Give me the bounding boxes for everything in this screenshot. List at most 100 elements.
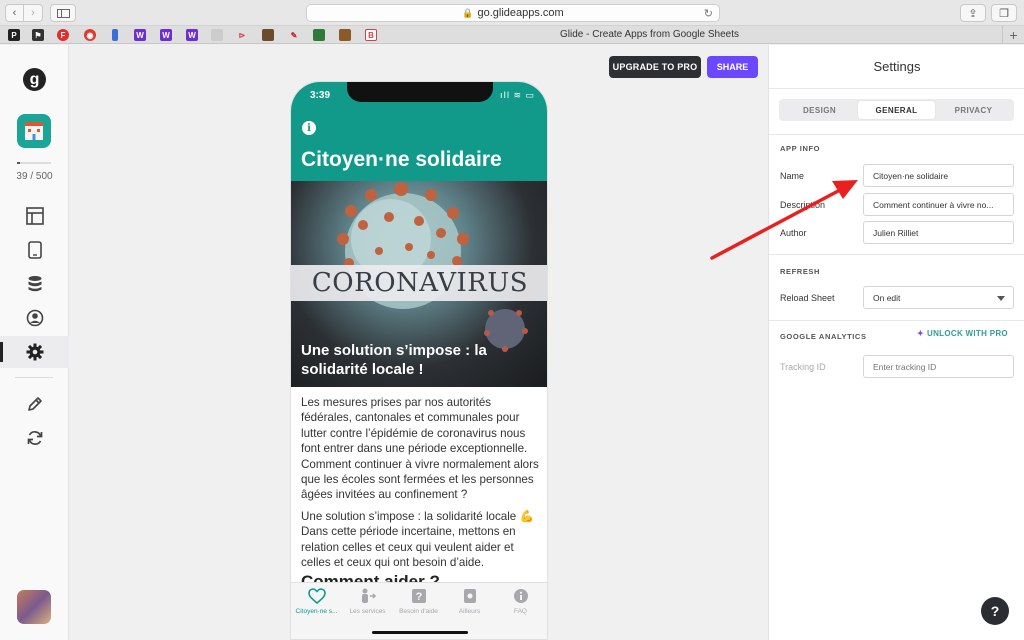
- gear-icon: [26, 343, 43, 361]
- usage-bar-fill: [17, 162, 20, 164]
- rail-edit[interactable]: [0, 388, 69, 420]
- favorite-icon[interactable]: ⊳: [236, 29, 248, 41]
- status-icons: ıIl ≋ ▭: [499, 90, 535, 100]
- chevron-down-icon: [997, 296, 1005, 301]
- favorite-icon[interactable]: B: [365, 29, 377, 41]
- back-button[interactable]: ‹: [5, 4, 24, 22]
- favorite-icon[interactable]: [211, 29, 223, 41]
- tracking-id-input[interactable]: [863, 355, 1014, 378]
- tab-design[interactable]: DESIGN: [781, 101, 858, 119]
- name-label: Name: [780, 171, 805, 181]
- phone-body: Les mesures prises par nos autorités féd…: [301, 395, 541, 576]
- unlock-label: UNLOCK WITH PRO: [927, 329, 1008, 338]
- user-avatar[interactable]: [17, 590, 51, 624]
- address-bar[interactable]: 🔒 go.glideapps.com ↻: [306, 4, 720, 22]
- rail-data[interactable]: [0, 268, 69, 300]
- hero-banner: CORONAVIRUS: [291, 265, 547, 301]
- lock-icon: 🔒: [462, 7, 474, 18]
- phone-notch: [347, 82, 493, 102]
- phone-tab-label: Ailleurs: [458, 608, 481, 615]
- phone-app-title: Citoyen·ne solidaire: [301, 148, 502, 171]
- favorite-icon[interactable]: P: [8, 29, 20, 41]
- hero-word: CORONAVIRUS: [311, 268, 529, 298]
- url-text: go.glideapps.com: [477, 7, 564, 19]
- settings-tabs: DESIGN GENERAL PRIVACY: [779, 99, 1014, 121]
- rail-preview[interactable]: [0, 234, 69, 266]
- favorite-icon[interactable]: [339, 29, 351, 41]
- reload-sheet-select[interactable]: On edit: [863, 286, 1014, 309]
- share-button[interactable]: SHARE: [707, 56, 758, 78]
- svg-text:?: ?: [415, 591, 422, 603]
- browser-toolbar: ‹ › 🔒 go.glideapps.com ↻ ⇪ ❐: [0, 0, 1024, 26]
- rail-settings[interactable]: [0, 336, 69, 368]
- author-field[interactable]: Julien Rilliet: [863, 221, 1014, 244]
- favorite-icon[interactable]: ⚑: [32, 29, 44, 41]
- new-tab-button[interactable]: +: [1002, 26, 1024, 44]
- favorite-icon[interactable]: W: [186, 29, 198, 41]
- rail-divider: [15, 377, 53, 378]
- share-sheet-icon[interactable]: ⇪: [960, 4, 986, 22]
- sidebar-toggle-icon[interactable]: [50, 4, 76, 22]
- nav-buttons: ‹ ›: [5, 4, 43, 22]
- phone-tab-label: Citoyen·ne s...: [295, 608, 338, 615]
- layout-icon: [25, 207, 44, 225]
- settings-panel: Settings DESIGN GENERAL PRIVACY APP INFO…: [768, 45, 1024, 640]
- user-icon: [26, 309, 43, 327]
- phone-tab-besoin[interactable]: ? Besoin d'aide: [393, 587, 444, 615]
- panel-divider: [769, 88, 1024, 89]
- favorite-icon[interactable]: [313, 29, 325, 41]
- phone-tab-ailleurs[interactable]: Ailleurs: [444, 587, 495, 615]
- reload-sheet-value: On edit: [873, 292, 901, 303]
- description-label: Description: [780, 200, 826, 210]
- phone-tab-faq[interactable]: FAQ: [495, 587, 546, 615]
- rail-layout[interactable]: [0, 200, 69, 232]
- phone-tab-label: FAQ: [513, 608, 527, 615]
- favorite-icon[interactable]: ✎: [288, 29, 300, 41]
- panel-divider: [769, 320, 1024, 321]
- name-field[interactable]: Citoyen·ne solidaire: [863, 164, 1014, 187]
- favorite-icon[interactable]: F: [57, 29, 69, 41]
- tabs-overview-icon[interactable]: ❐: [991, 4, 1017, 22]
- status-time: 3:39: [310, 90, 331, 101]
- favorite-icon[interactable]: W: [134, 29, 146, 41]
- tab-title[interactable]: Glide - Create Apps from Google Sheets: [560, 29, 860, 40]
- hero-caption: Une solution s’impose : la solidarité lo…: [301, 342, 487, 378]
- rail-sync[interactable]: [0, 422, 69, 454]
- forward-button[interactable]: ›: [24, 4, 43, 22]
- person-arrow-icon: [361, 588, 376, 603]
- phone-icon: [27, 241, 42, 259]
- sync-icon: [27, 431, 42, 445]
- glide-logo[interactable]: g: [23, 68, 46, 91]
- favorite-icon[interactable]: [112, 29, 118, 41]
- tracking-id-label: Tracking ID: [780, 362, 826, 372]
- body-paragraph: Une solution s’impose : la solidarité lo…: [301, 509, 534, 570]
- help-button[interactable]: ?: [981, 597, 1009, 625]
- panel-divider: [769, 254, 1024, 255]
- info-icon[interactable]: i: [302, 121, 316, 135]
- phone-preview: 3:39 ıIl ≋ ▭ i Citoyen·ne solidaire CORO…: [290, 81, 548, 640]
- settings-title: Settings: [873, 59, 921, 74]
- phone-tab-services[interactable]: Les services: [342, 587, 393, 615]
- favorite-icon[interactable]: [262, 29, 274, 41]
- database-icon: [28, 276, 41, 292]
- phone-tab-citoyen[interactable]: Citoyen·ne s...: [291, 587, 342, 615]
- favorite-icon[interactable]: W: [160, 29, 172, 41]
- usage-bar: [17, 162, 51, 164]
- favorite-icon[interactable]: ◉: [84, 29, 96, 41]
- favorites-bar: P ⚑ F ◉ W W W ⊳ ✎ B Glide - Create Apps …: [0, 26, 1024, 44]
- home-indicator: [372, 631, 468, 634]
- upgrade-to-pro-button[interactable]: UPGRADE TO PRO: [609, 56, 701, 78]
- app-info-heading: APP INFO: [780, 144, 821, 153]
- unlock-with-pro-button[interactable]: ✦ UNLOCK WITH PRO: [917, 329, 1008, 338]
- phone-tab-bar: Citoyen·ne s... Les services ? Besoin d'…: [291, 582, 547, 639]
- panel-divider: [769, 134, 1024, 135]
- google-analytics-heading: GOOGLE ANALYTICS: [780, 332, 867, 341]
- rail-users[interactable]: [0, 302, 69, 334]
- tab-privacy[interactable]: PRIVACY: [935, 101, 1012, 119]
- app-icon[interactable]: [17, 114, 51, 148]
- tab-general[interactable]: GENERAL: [858, 101, 935, 119]
- description-field[interactable]: Comment continuer à vivre no...: [863, 193, 1014, 216]
- phone-tab-label: Les services: [349, 608, 386, 615]
- pencil-icon: [27, 397, 42, 411]
- reload-icon[interactable]: ↻: [704, 7, 713, 20]
